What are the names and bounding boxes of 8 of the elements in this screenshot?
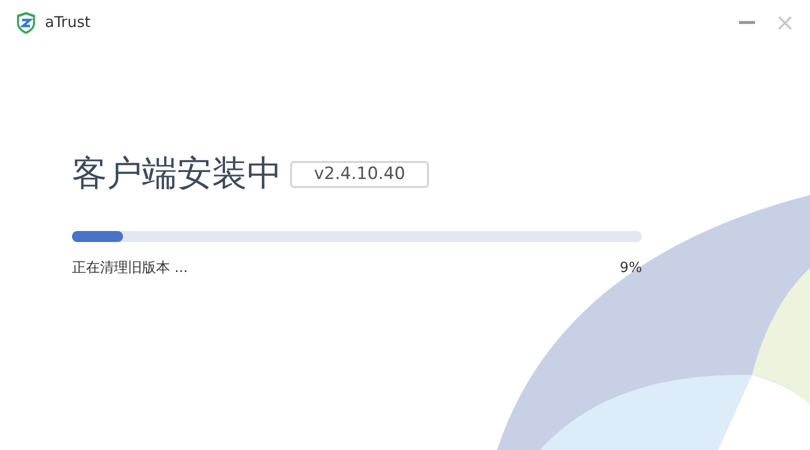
version-label: v2.4.10.40 <box>290 160 430 188</box>
install-heading: 客户端安装中 <box>72 153 282 195</box>
progress-percent: 9% <box>620 259 642 278</box>
shield-logo-icon <box>15 10 37 34</box>
close-icon <box>778 16 792 30</box>
status-text: 正在清理旧版本 ... <box>72 259 188 278</box>
window-title: aTrust <box>45 12 91 34</box>
minimize-icon <box>739 21 755 24</box>
